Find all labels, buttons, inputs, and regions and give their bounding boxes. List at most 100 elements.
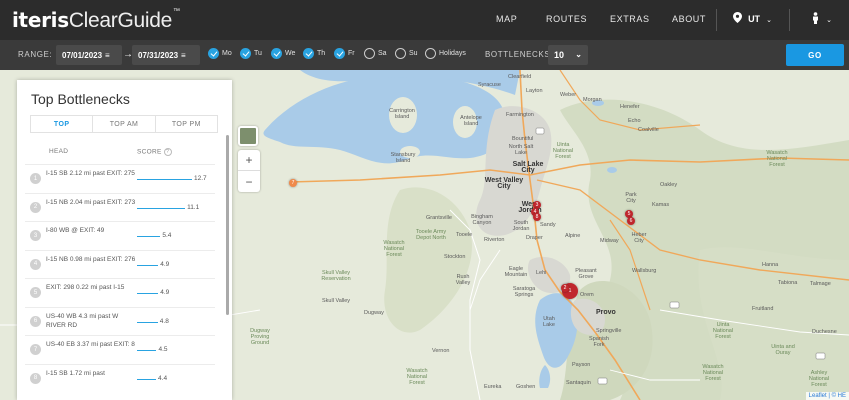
zoom-out-button[interactable]: −	[238, 171, 260, 192]
list-item[interactable]: 3 I-80 WB @ EXIT: 49 5.4	[25, 221, 215, 249]
map-label: Antelope Island	[460, 115, 482, 127]
map-label: Tooele	[456, 232, 473, 238]
checkbox-unchecked-icon	[425, 48, 436, 59]
user-icon	[813, 12, 818, 24]
map-label: Midway	[600, 238, 619, 244]
map-label: Lehi	[536, 270, 547, 276]
map-label: Alpine	[565, 233, 581, 239]
score-bar	[137, 264, 159, 266]
list-item[interactable]: 1 I-15 SB 2.12 mi past EXIT: 275 12.7	[25, 164, 215, 192]
checkbox-checked-icon	[208, 48, 219, 59]
day-checkbox-th[interactable]: Th	[303, 48, 325, 59]
score-value: 11.1	[187, 203, 200, 211]
map-label: Ashley National Forest	[808, 370, 830, 388]
state-selector[interactable]: UT ⌄	[733, 12, 772, 25]
top-nav: iterisClearGuide™ MAP ROUTES EXTRAS ABOU…	[0, 0, 849, 40]
map-label: Heber City	[631, 232, 647, 244]
list-item[interactable]: 7 US-40 EB 3.37 mi past EXIT: 8 4.5	[25, 335, 215, 363]
map-label: Wasatch National Forest	[383, 240, 405, 258]
help-icon[interactable]: ?	[163, 148, 172, 156]
map-label: Layton	[526, 88, 543, 94]
bottleneck-marker[interactable]: 8	[533, 213, 541, 221]
rank-badge: 2	[30, 201, 41, 213]
tab-top-pm[interactable]: TOP PM	[154, 116, 217, 132]
day-checkbox-holidays[interactable]: Holidays	[425, 48, 466, 59]
map-label: Kamas	[652, 202, 670, 208]
day-checkbox-mo[interactable]: Mo	[208, 48, 232, 59]
map-label: Syracuse	[478, 82, 501, 88]
checkbox-checked-icon	[271, 48, 282, 59]
bottleneck-head: I-15 NB 0.98 mi past EXIT: 276	[46, 255, 136, 263]
map-label: Hanna	[762, 262, 779, 268]
nav-map[interactable]: MAP	[496, 14, 517, 24]
map-label: Rush Valley	[455, 274, 471, 286]
bottleneck-marker[interactable]: 7	[289, 179, 297, 187]
map-label: Oakley	[660, 182, 678, 188]
rank-badge: 1	[30, 173, 41, 184]
user-menu[interactable]: ⌄	[812, 12, 832, 25]
zoom-control: + −	[238, 150, 260, 192]
nav-extras[interactable]: EXTRAS	[610, 14, 650, 24]
map-label: Uinta National Forest	[552, 142, 574, 160]
map-label: Echo	[628, 118, 641, 124]
tab-top[interactable]: TOP	[31, 116, 92, 132]
map-label: Weber	[560, 92, 577, 98]
layers-toggle-button[interactable]	[238, 126, 258, 146]
list-item[interactable]: 4 I-15 NB 0.98 mi past EXIT: 276 4.9	[25, 249, 215, 278]
map-label: Clearfield	[508, 74, 532, 80]
bottlenecks-panel: Top Bottlenecks TOP TOP AM TOP PM HEAD S…	[17, 80, 232, 400]
rank-badge: 3	[30, 230, 41, 241]
map-label: Talmage	[810, 281, 831, 287]
day-checkbox-sa[interactable]: Sa	[364, 48, 387, 59]
bottleneck-head: I-80 WB @ EXIT: 49	[46, 227, 105, 234]
rank-badge: 8	[30, 372, 41, 384]
map-label: Goshen	[516, 384, 536, 390]
end-date-value: 07/31/2023	[138, 50, 179, 60]
map-label: Carrington Island	[389, 108, 415, 120]
day-checkbox-fr[interactable]: Fr	[334, 48, 355, 59]
nav-routes[interactable]: ROUTES	[546, 14, 587, 24]
map-label: Utah Lake	[543, 316, 555, 328]
score-bar	[137, 207, 186, 209]
list-item[interactable]: 8 I-15 SB 1.72 mi past 4.4	[25, 363, 215, 392]
bottleneck-marker[interactable]: 2	[561, 284, 569, 292]
bottlenecks-select[interactable]: 10 ⌄	[548, 45, 588, 65]
filter-bar: RANGE: 07/01/2023 ≡ → 07/31/2023 ≡ Mo Tu…	[0, 40, 849, 70]
map-label: Duchesne	[812, 329, 837, 335]
bottleneck-head: I-15 SB 1.72 mi past	[46, 369, 105, 377]
score-value: 4.9	[160, 289, 170, 296]
bottleneck-marker[interactable]: 6	[627, 217, 635, 225]
day-checkbox-su[interactable]: Su	[395, 48, 418, 59]
score-bar	[137, 293, 159, 295]
zoom-in-button[interactable]: +	[238, 150, 260, 171]
day-checkbox-we[interactable]: We	[271, 48, 295, 59]
map-label: Bingham Canyon	[471, 214, 493, 226]
start-date-field[interactable]: 07/01/2023 ≡	[56, 45, 122, 65]
map-label: Eagle Mountain	[504, 266, 528, 278]
map-label: Payson	[572, 362, 591, 368]
nav-about[interactable]: ABOUT	[672, 14, 706, 24]
map-label: Uinta National Forest	[712, 322, 734, 340]
go-button[interactable]: GO	[786, 44, 844, 66]
map-label: Morgan	[583, 97, 602, 103]
map-label: Vernon	[432, 348, 450, 354]
chevron-down-icon: ⌄	[826, 17, 832, 24]
list-item[interactable]: 2 I-15 NB 2.04 mi past EXIT: 273 11.1	[25, 192, 215, 221]
score-bar	[137, 236, 161, 238]
brand-logo[interactable]: iterisClearGuide™	[12, 8, 180, 33]
chevron-down-icon: ⌄	[766, 17, 772, 24]
day-checkbox-tu[interactable]: Tu	[240, 48, 262, 59]
panel-scrollbar[interactable]	[226, 135, 229, 315]
checkbox-checked-icon	[334, 48, 345, 59]
map-label: Saratoga Springs	[512, 286, 536, 298]
end-date-field[interactable]: 07/31/2023 ≡	[132, 45, 200, 65]
tab-top-am[interactable]: TOP AM	[92, 116, 154, 132]
map-attribution[interactable]: Leaflet | © HE	[805, 392, 849, 400]
bottleneck-head: US-40 EB 3.37 mi past EXIT: 8	[46, 341, 135, 348]
score-value: 12.7	[194, 175, 207, 182]
panel-tabs: TOP TOP AM TOP PM	[30, 115, 218, 133]
list-item[interactable]: 5 EXIT: 298 0.22 mi past I-15 4.9	[25, 278, 215, 306]
list-item[interactable]: 6 US-40 WB 4.3 mi past W RIVER RD 4.8	[25, 306, 215, 335]
map-label: Bountiful	[512, 136, 534, 142]
calendar-icon: ≡	[105, 50, 110, 60]
